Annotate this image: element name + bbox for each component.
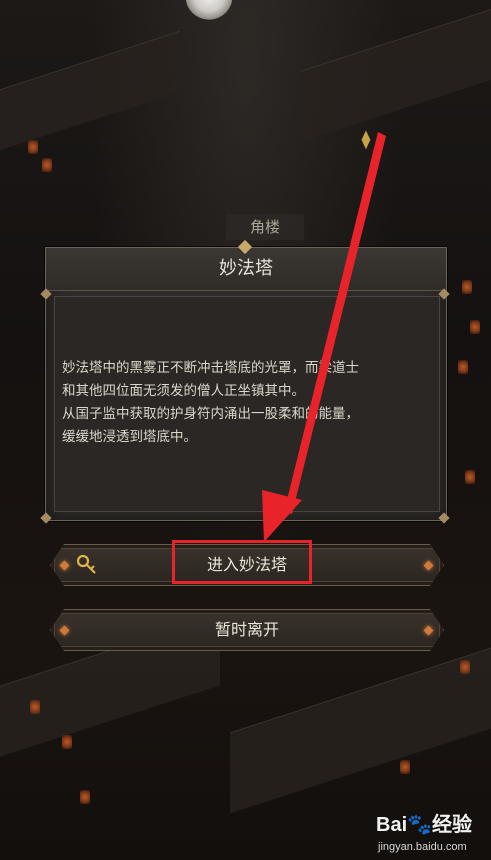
lantern-window	[460, 660, 470, 674]
background-roof	[0, 30, 180, 151]
lantern-window	[80, 790, 90, 804]
dialog-description: 妙法塔中的黑雾正不断冲击塔底的光罩，而梁道士 和其他四位面无须发的僧人正坐镇其中…	[62, 357, 422, 449]
lantern-window	[42, 158, 52, 172]
lantern-window	[462, 280, 472, 294]
leave-label: 暂时离开	[214, 620, 279, 639]
location-marker-icon[interactable]: ⧫	[357, 128, 375, 152]
annotation-highlight-box	[172, 540, 312, 584]
description-line: 妙法塔中的黑雾正不断冲击塔底的光罩，而梁道士	[62, 360, 359, 376]
location-label: 角楼	[226, 214, 304, 240]
lantern-window	[28, 140, 38, 154]
baidu-jingyan-watermark: Bai🐾经验 jingyan.baidu.com	[376, 812, 488, 856]
description-line: 从国子监中获取的护身符内涌出一股柔和的能量，	[62, 406, 359, 422]
lantern-window	[30, 700, 40, 714]
dialog-title: 妙法塔	[219, 258, 273, 279]
lantern-window	[470, 320, 480, 334]
lantern-window	[458, 360, 468, 374]
description-line: 和其他四位面无须发的僧人正坐镇其中。	[62, 383, 305, 399]
leave-button[interactable]: 暂时离开	[50, 609, 444, 651]
watermark-site: jingyan.baidu.com	[378, 841, 467, 853]
background-roof	[300, 8, 491, 143]
dialog-header: 妙法塔	[46, 248, 446, 291]
lantern-window	[62, 735, 72, 749]
watermark-logo: Bai🐾经验	[376, 814, 473, 836]
background-roof	[230, 647, 491, 814]
lantern-window	[465, 470, 475, 484]
description-line: 缓缓地浸透到塔底中。	[62, 429, 197, 445]
lantern-window	[400, 760, 410, 774]
